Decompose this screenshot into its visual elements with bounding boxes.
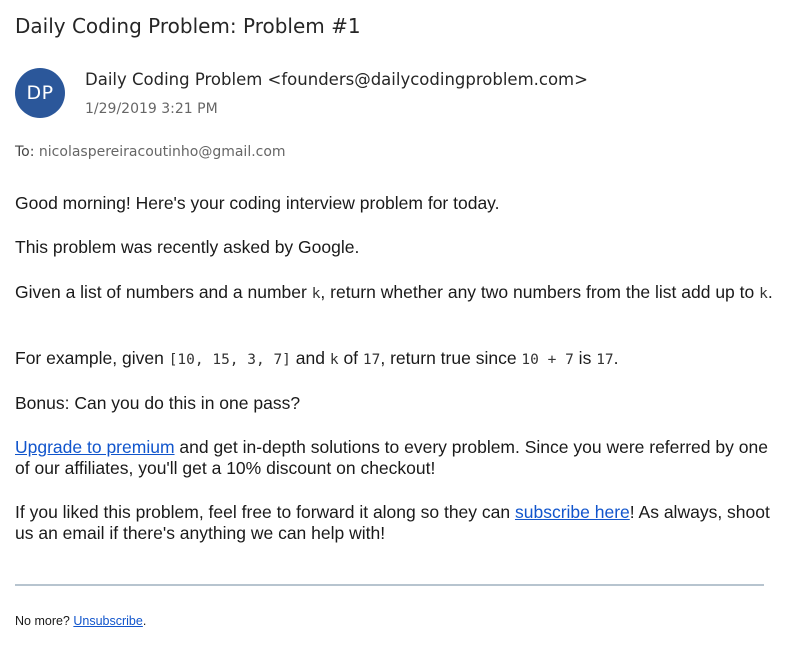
forward-text-1: If you liked this problem, feel free to … bbox=[15, 502, 515, 522]
email-subject: Daily Coding Problem: Problem #1 bbox=[15, 14, 361, 38]
footer-text: No more? bbox=[15, 614, 74, 628]
problem-text-3: . bbox=[767, 282, 773, 302]
code-result: 17 bbox=[596, 352, 614, 368]
subscribe-link[interactable]: subscribe here bbox=[515, 502, 630, 522]
email-date: 1/29/2019 3:21 PM bbox=[85, 101, 218, 117]
sender-avatar: DP bbox=[15, 68, 65, 118]
footer: No more? Unsubscribe. bbox=[15, 614, 146, 628]
forward-paragraph: If you liked this problem, feel free to … bbox=[15, 502, 775, 544]
footer-divider bbox=[15, 584, 764, 586]
greeting-paragraph: Good morning! Here's your coding intervi… bbox=[15, 193, 500, 213]
code-k: k bbox=[759, 286, 768, 302]
code-k-value: 17 bbox=[362, 352, 381, 368]
upgrade-premium-link[interactable]: Upgrade to premium bbox=[15, 437, 175, 457]
example-text-1: For example, given bbox=[15, 348, 169, 368]
footer-period: . bbox=[142, 614, 147, 628]
bonus-paragraph: Bonus: Can you do this in one pass? bbox=[15, 393, 301, 413]
asked-by-paragraph: This problem was recently asked by Googl… bbox=[15, 237, 360, 257]
example-paragraph: For example, given [10, 15, 3, 7] and k … bbox=[15, 348, 775, 371]
example-text-6: . bbox=[613, 348, 619, 368]
example-text-3: of bbox=[338, 348, 363, 368]
code-k: k bbox=[329, 352, 339, 368]
to-label: To: bbox=[15, 144, 35, 160]
recipient-address: nicolaspereiracoutinho@gmail.com bbox=[38, 144, 286, 160]
problem-paragraph: Given a list of numbers and a number k, … bbox=[15, 281, 775, 306]
example-text-4: , return true since bbox=[380, 348, 522, 368]
unsubscribe-link[interactable]: Unsubscribe bbox=[73, 614, 142, 628]
code-list: [10, 15, 3, 7] bbox=[168, 352, 291, 368]
recipient-line: To: nicolaspereiracoutinho@gmail.com bbox=[15, 144, 286, 160]
example-text-5: is bbox=[573, 348, 597, 368]
upgrade-paragraph: Upgrade to premium and get in-depth solu… bbox=[15, 437, 775, 479]
example-text-2: and bbox=[290, 348, 330, 368]
problem-text-2: , return whether any two numbers from th… bbox=[320, 282, 760, 302]
problem-text-1: Given a list of numbers and a number bbox=[15, 282, 312, 302]
sender-name-address: Daily Coding Problem <founders@dailycodi… bbox=[85, 70, 588, 89]
code-sum: 10 + 7 bbox=[521, 352, 574, 368]
